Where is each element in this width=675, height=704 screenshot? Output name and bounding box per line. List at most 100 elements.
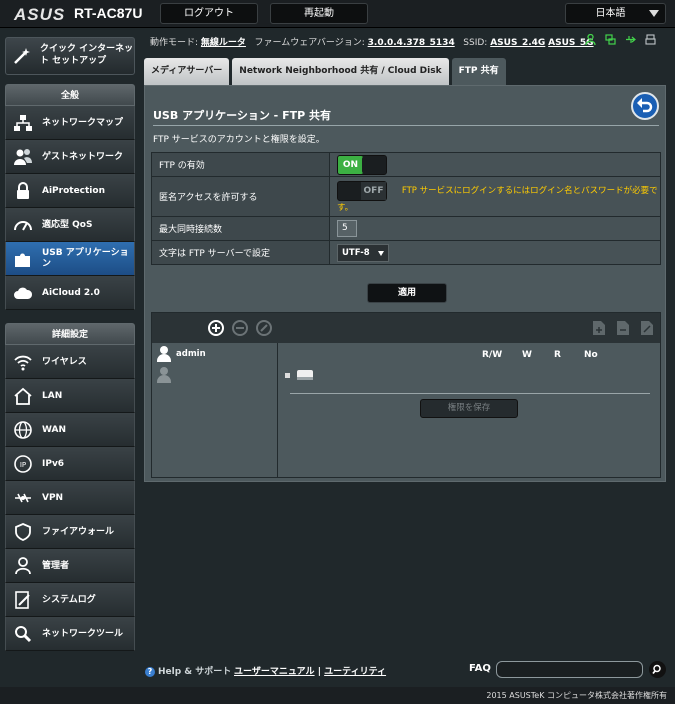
edit-folder-icon[interactable] <box>640 320 654 336</box>
client-status-icon[interactable] <box>585 33 596 46</box>
sidebar-item-label: ファイアウォール <box>42 526 115 537</box>
sidebar-item-lan[interactable]: LAN <box>5 379 135 413</box>
account-list: admin <box>152 343 278 477</box>
footer: ? Help & サポート ユーザーマニュアル | ユーティリティ FAQ <box>0 658 675 682</box>
status-line: 動作モード: 無線ルータ ファームウェアバージョン: 3.0.0.4.378_5… <box>150 35 594 48</box>
asus-logo[interactable]: ASUS <box>14 5 65 25</box>
vpn-icon <box>15 493 31 503</box>
toggle-knob <box>362 155 386 174</box>
sidebar-item-guest-network[interactable]: ゲストネットワーク <box>5 140 135 174</box>
delete-account-button[interactable] <box>232 320 248 336</box>
sidebar-item-administration[interactable]: 管理者 <box>5 549 135 583</box>
table-row: 最大同時接続数 5 <box>151 216 661 241</box>
user-manual-link[interactable]: ユーザーマニュアル <box>234 667 315 677</box>
expand-bullet[interactable] <box>285 372 290 378</box>
back-button[interactable] <box>631 92 659 120</box>
help-icon: ? <box>145 667 155 677</box>
firmware-value-link[interactable]: 3.0.0.4.378_5134 <box>368 38 455 48</box>
svg-text:IP: IP <box>20 461 26 469</box>
max-connections-input[interactable]: 5 <box>337 220 357 237</box>
tab-ftp-share[interactable]: FTP 共有 <box>451 58 506 85</box>
ftp-settings-table: FTP の有効 ON 匿名アクセスを許可する OFF FTP サービスにログイン… <box>151 152 661 265</box>
language-select[interactable]: 日本語 <box>565 3 666 24</box>
table-row: FTP の有効 ON <box>151 152 661 177</box>
chevron-down-icon <box>649 10 659 17</box>
drive-divider <box>290 393 650 394</box>
permission-columns: R/W W R No <box>482 350 604 360</box>
utility-link[interactable]: ユーティリティ <box>324 667 386 677</box>
usb-status-icon[interactable] <box>625 34 636 45</box>
sidebar-item-label: ワイヤレス <box>42 356 87 367</box>
tab-network-neighborhood[interactable]: Network Neighborhood 共有 / Cloud Disk <box>232 58 449 85</box>
save-permissions-button[interactable]: 権限を保存 <box>420 399 518 418</box>
sidebar-item-label: ネットワークマップ <box>42 117 124 128</box>
user-icon <box>156 346 172 362</box>
model-name: RT-AC87U <box>74 5 143 21</box>
sidebar-item-wan[interactable]: WAN <box>5 413 135 447</box>
apply-button[interactable]: 適用 <box>367 283 447 303</box>
log-icon <box>15 591 30 609</box>
sidebar-item-vpn[interactable]: VPN <box>5 481 135 515</box>
sidebar-item-network-map[interactable]: ネットワークマップ <box>5 106 135 140</box>
network-map-icon <box>14 115 32 131</box>
chevron-down-icon <box>378 250 384 256</box>
help-support-link[interactable]: ? Help & サポート <box>145 664 231 677</box>
sidebar-item-adaptive-qos[interactable]: 適応型 QoS <box>5 208 135 242</box>
sidebar-item-label: システムログ <box>42 594 96 605</box>
sidebar-item-network-tools[interactable]: ネットワークツール <box>5 617 135 651</box>
sidebar-item-aiprotection[interactable]: AiProtection <box>5 174 135 208</box>
sidebar-item-label: 適応型 QoS <box>42 219 93 230</box>
account-item-admin[interactable]: admin <box>156 346 206 362</box>
link-divider: | <box>317 667 321 677</box>
column-rw: R/W <box>482 350 503 360</box>
sidebar-item-wireless[interactable]: ワイヤレス <box>5 345 135 379</box>
sidebar-item-firewall[interactable]: ファイアウォール <box>5 515 135 549</box>
copyright: 2015 ASUSTeK コンピュータ株式会社著作権所有 <box>0 687 675 704</box>
sidebar-item-label: WAN <box>42 424 67 435</box>
account-name: admin <box>176 349 206 359</box>
network-status-icon[interactable] <box>605 34 616 45</box>
edit-account-button[interactable] <box>256 320 272 336</box>
toggle-knob <box>338 181 362 200</box>
user-icon <box>15 557 31 575</box>
charset-select[interactable]: UTF-8 <box>337 243 389 262</box>
faq-search-input[interactable] <box>496 661 643 678</box>
advanced-menu: 詳細設定 ワイヤレス LAN WAN IP IPv6 VPN ファイアウォール … <box>5 323 135 651</box>
reboot-button[interactable]: 再起動 <box>270 3 368 24</box>
search-button[interactable] <box>649 661 666 678</box>
toggle-off-label: OFF <box>361 181 386 200</box>
quick-internet-setup-button[interactable]: クイック インターネット セットアップ <box>5 37 135 75</box>
home-icon <box>14 387 32 405</box>
title-divider <box>153 125 659 126</box>
add-account-button[interactable] <box>208 320 224 336</box>
tab-bar: メディアサーバー Network Neighborhood 共有 / Cloud… <box>144 58 506 85</box>
sidebar-item-system-log[interactable]: システムログ <box>5 583 135 617</box>
anonymous-access-toggle[interactable]: OFF <box>337 180 387 201</box>
logout-button[interactable]: ログアウト <box>160 3 258 24</box>
sidebar-item-label: USB アプリケーション <box>42 248 129 269</box>
status-icons <box>585 33 656 46</box>
mode-value-link[interactable]: 無線ルータ <box>201 38 246 48</box>
ssid-24-link[interactable]: ASUS_2.4G <box>490 38 545 48</box>
usb-drive-item[interactable] <box>285 369 314 381</box>
delete-folder-icon[interactable] <box>616 320 630 336</box>
shield-icon <box>15 523 31 541</box>
user-placeholder-icon <box>156 367 172 383</box>
pencil-icon <box>260 324 268 332</box>
column-r: R <box>554 350 561 360</box>
sidebar-item-ipv6[interactable]: IP IPv6 <box>5 447 135 481</box>
add-folder-icon[interactable] <box>592 320 606 336</box>
ftp-enable-label: FTP の有効 <box>151 152 330 177</box>
sidebar-item-label: LAN <box>42 390 63 401</box>
advanced-menu-header: 詳細設定 <box>5 323 135 345</box>
printer-status-icon[interactable] <box>645 34 656 45</box>
magic-wand-icon <box>14 48 30 64</box>
table-row: 文字は FTP サーバーで設定 UTF-8 <box>151 240 661 265</box>
ftp-enable-toggle[interactable]: ON <box>337 154 387 175</box>
column-no: No <box>584 350 598 360</box>
sidebar-item-usb-application[interactable]: USB アプリケーション <box>5 242 135 276</box>
sidebar-item-aicloud[interactable]: AiCloud 2.0 <box>5 276 135 310</box>
ipv6-icon: IP <box>14 455 32 473</box>
tab-media-server[interactable]: メディアサーバー <box>144 58 230 85</box>
puzzle-icon <box>15 253 30 267</box>
